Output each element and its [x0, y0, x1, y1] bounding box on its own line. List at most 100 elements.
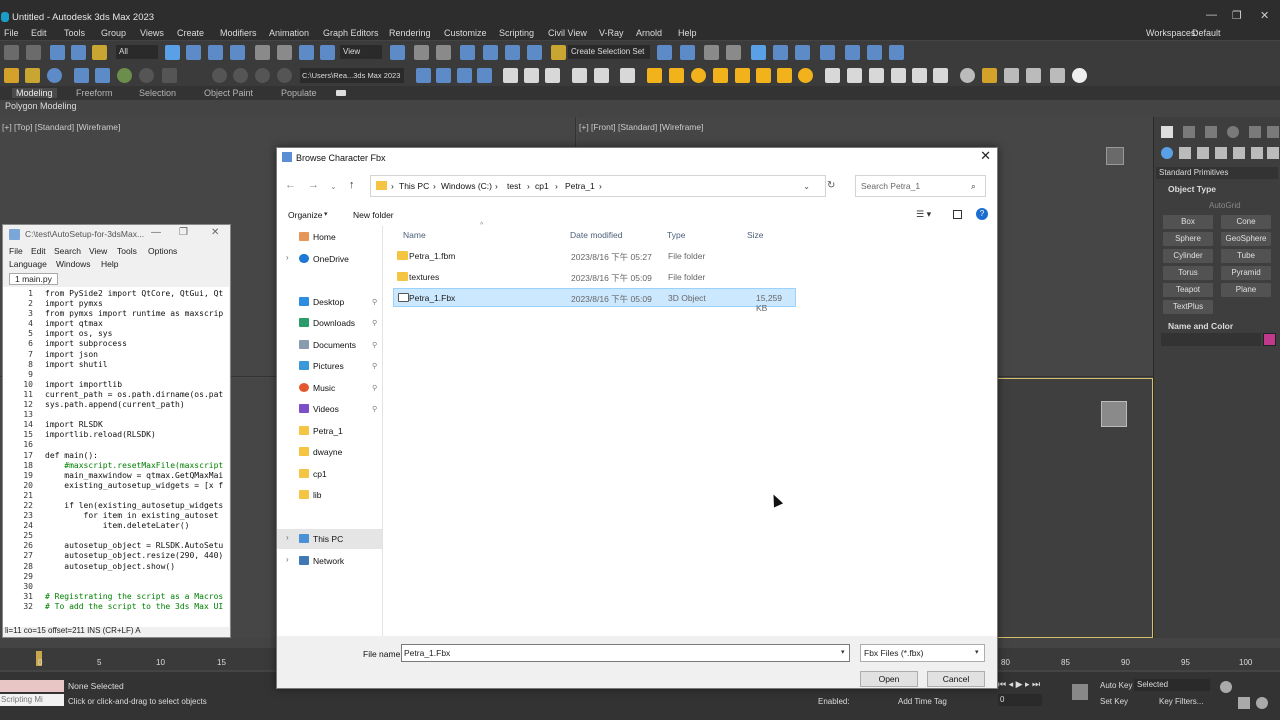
cone-button[interactable]: Cone [1221, 215, 1271, 229]
box-button[interactable]: Box [1163, 215, 1213, 229]
editor-maximize-button[interactable]: ❐ [179, 227, 188, 238]
dialog-close-button[interactable]: ✕ [980, 148, 991, 164]
menu-group[interactable]: Group [101, 28, 126, 38]
nav-folder-dwayne[interactable]: dwayne [299, 447, 342, 457]
material-editor-icon[interactable] [820, 45, 835, 60]
snaps-toggle-icon[interactable] [460, 45, 475, 60]
motion-tab-icon[interactable] [1227, 126, 1239, 138]
render-icon[interactable] [95, 68, 110, 83]
decal-icon[interactable] [912, 68, 927, 83]
sphere-light-icon[interactable] [691, 68, 706, 83]
maximize-button[interactable]: ❐ [1232, 9, 1242, 22]
vfb-icon[interactable] [620, 68, 635, 83]
nav-downloads[interactable]: Downloads [299, 318, 355, 328]
schematic-view-icon[interactable] [795, 45, 810, 60]
code-line[interactable]: import shutil [45, 360, 223, 370]
file-row[interactable]: Petra_1.fbm 2023/8/16 下午 05:27 File fold… [393, 247, 796, 266]
teapot-icon[interactable] [503, 68, 518, 83]
view-options-icon[interactable]: ☰ ▾ [916, 209, 931, 220]
project-path-field[interactable]: C:\Users\Rea...3ds Max 2023 [300, 68, 404, 83]
link-icon[interactable] [50, 45, 65, 60]
code-line[interactable] [45, 440, 223, 450]
search-box[interactable]: Search Petra_1 ⌕ [855, 175, 986, 197]
scene-explorer-icon[interactable] [726, 45, 741, 60]
sphere-dim-icon[interactable] [139, 68, 154, 83]
fur-icon[interactable] [847, 68, 862, 83]
menu-help[interactable]: Help [678, 28, 697, 38]
pan-icon[interactable] [1238, 697, 1250, 709]
code-lines[interactable]: from PySide2 import QtCore, QtGui, Qt imp… [45, 289, 223, 612]
file-name-dropdown-icon[interactable]: ▾ [841, 648, 845, 656]
dot2-icon[interactable] [233, 68, 248, 83]
mirror-icon[interactable] [657, 45, 672, 60]
sphere-button[interactable]: Sphere [1163, 232, 1213, 246]
sun-light-icon[interactable] [798, 68, 813, 83]
new-folder-button[interactable]: New folder [353, 210, 394, 220]
code-line[interactable]: import qtmax [45, 319, 223, 329]
workspaces-dropdown[interactable]: Default [1192, 28, 1221, 38]
code-line[interactable]: from PySide2 import QtCore, QtGui, Qt [45, 289, 223, 299]
ribbon-toggle-icon[interactable] [751, 45, 766, 60]
menu-scripting[interactable]: Scripting [499, 28, 534, 38]
code-line[interactable]: for item in existing_autoset [45, 511, 223, 521]
autogrid-checkbox[interactable]: AutoGrid [1209, 201, 1241, 210]
helpers-icon[interactable] [1233, 147, 1245, 159]
editor-menu-file[interactable]: File [9, 246, 23, 256]
editor-minimize-button[interactable]: — [151, 227, 161, 238]
dot4-icon[interactable] [277, 68, 292, 83]
vray-icon[interactable] [4, 68, 19, 83]
display-tab-icon[interactable] [1249, 126, 1261, 138]
file-row-selected[interactable]: Petra_1.Fbx 2023/8/16 下午 05:09 3D Object… [393, 288, 796, 313]
scale-icon[interactable] [299, 45, 314, 60]
nav-home[interactable]: Home [299, 232, 336, 242]
organize-button[interactable]: Organize [288, 210, 323, 220]
curve-editor-icon[interactable] [773, 45, 788, 60]
editor-menu-tools[interactable]: Tools [117, 246, 137, 256]
selected-dropdown[interactable]: Selected [1134, 679, 1210, 691]
frame-buffer-icon[interactable] [572, 68, 587, 83]
clipper-icon[interactable] [891, 68, 906, 83]
code-line[interactable]: # To add the script to the 3ds Max UI [45, 602, 223, 612]
utilities-tab-icon[interactable] [1267, 126, 1279, 138]
reference-coordinate-dropdown[interactable]: View [340, 45, 382, 59]
breadcrumb-windows-c[interactable]: Windows (C:) [441, 181, 492, 191]
dot3-icon[interactable] [255, 68, 270, 83]
material-ball-icon[interactable] [960, 68, 975, 83]
menu-tools[interactable]: Tools [64, 28, 85, 38]
editor-menu-search[interactable]: Search [54, 246, 81, 256]
object-name-field[interactable] [1161, 333, 1261, 346]
arnold-render-icon[interactable] [1050, 68, 1065, 83]
plane-icon[interactable] [869, 68, 884, 83]
code-line[interactable]: import RLSDK [45, 420, 223, 430]
ambient-light-icon[interactable] [777, 68, 792, 83]
menu-edit[interactable]: Edit [31, 28, 47, 38]
search-icon[interactable]: ⌕ [971, 181, 976, 192]
map-icon[interactable] [1026, 68, 1041, 83]
tab-modeling[interactable]: Modeling [12, 88, 57, 98]
render-light-icon[interactable] [524, 68, 539, 83]
torus-button[interactable]: Torus [1163, 266, 1213, 280]
cancel-button[interactable]: Cancel [927, 671, 985, 687]
place-icon[interactable] [320, 45, 335, 60]
nav-desktop[interactable]: Desktop [299, 297, 344, 307]
forward-arrow-icon[interactable]: → [308, 179, 319, 191]
list-icon[interactable] [25, 68, 40, 83]
render-production-icon[interactable] [889, 45, 904, 60]
hierarchy-tab-icon[interactable] [1205, 126, 1217, 138]
viewport-front-label[interactable]: [+] [Front] [Standard] [Wireframe] [579, 122, 703, 132]
tool3-icon[interactable] [457, 68, 472, 83]
ies-light-icon[interactable] [713, 68, 728, 83]
nav-this-pc[interactable]: This PC [299, 534, 343, 544]
column-type[interactable]: Type [667, 230, 685, 240]
bind-spacewarp-icon[interactable] [92, 45, 107, 60]
menu-civil-view[interactable]: Civil View [548, 28, 587, 38]
teapot-button[interactable]: Teapot [1163, 283, 1213, 297]
code-line[interactable]: import pymxs [45, 299, 223, 309]
shapes-icon[interactable] [1179, 147, 1191, 159]
viewcube-icon[interactable] [1106, 147, 1124, 165]
refresh-icon[interactable]: ↻ [827, 180, 835, 191]
menu-file[interactable]: File [4, 28, 19, 38]
menu-create[interactable]: Create [177, 28, 204, 38]
pivot-icon[interactable] [390, 45, 405, 60]
code-line[interactable]: autosetup_object.show() [45, 562, 223, 572]
